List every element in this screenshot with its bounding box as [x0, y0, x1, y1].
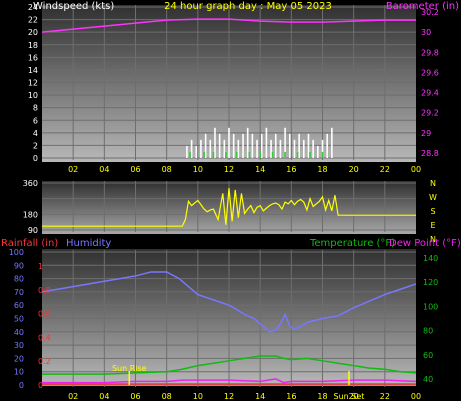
chart-title: 24 hour graph day : May 05 2023 — [164, 1, 332, 12]
x-tick-label: 14 — [255, 165, 265, 174]
windspeed-tick-label: 16 — [28, 53, 38, 62]
windspeed-tick-labels: 242220181614121086420 — [28, 3, 38, 163]
humidity-tick-label: 70 — [14, 288, 24, 297]
windspeed-tick-label: 10 — [28, 91, 38, 100]
temperature-axis-label: Temperature (°F) — [309, 238, 395, 249]
windspeed-tick-label: 0 — [33, 154, 38, 163]
rainfall-tick-label: 0.8 — [38, 286, 51, 295]
x-tick-label: 12 — [224, 392, 234, 401]
barometer-tick-label: 29.2 — [421, 109, 439, 118]
x-tick-label: 10 — [193, 392, 203, 401]
rainfall-tick-label: 1 — [38, 262, 43, 271]
direction-tick-labels: 360 180 90 — [23, 179, 38, 235]
x-tick-label: 04 — [99, 165, 109, 174]
direction-tick-label: 90 — [28, 226, 38, 235]
compass-label: S — [430, 207, 435, 216]
x-tick-label: 00 — [411, 392, 421, 401]
windspeed-tick-label: 18 — [28, 41, 38, 50]
barometer-tick-labels: 30.2 30 29.8 29.6 29.4 29.2 29 28.8 — [421, 8, 439, 158]
temperature-tick-labels: 140 120 100 80 60 40 — [423, 254, 438, 384]
temperature-tick-label: 40 — [423, 375, 433, 384]
windspeed-tick-label: 22 — [28, 16, 38, 25]
x-tick-label: 08 — [162, 392, 172, 401]
barometer-tick-label: 29.8 — [421, 48, 439, 57]
x-tick-label: 18 — [317, 165, 327, 174]
temperature-tick-label: 80 — [423, 327, 433, 336]
windspeed-tick-label: 4 — [33, 129, 38, 138]
x-tick-label: 08 — [162, 165, 172, 174]
x-tick-label: 18 — [317, 392, 327, 401]
x-tick-label: 22 — [380, 165, 390, 174]
wind-panel-x-tick-labels: 02 04 06 08 10 12 14 16 18 20 22 00 — [68, 165, 421, 174]
compass-label: N — [430, 179, 436, 188]
direction-tick-label: 360 — [23, 179, 38, 188]
x-tick-label: 06 — [130, 165, 140, 174]
humidity-tick-label: 40 — [14, 328, 24, 337]
humidity-tick-label: 50 — [14, 315, 24, 324]
compass-label: E — [430, 221, 435, 230]
temperature-tick-label: 60 — [423, 351, 433, 360]
humidity-tick-label: 80 — [14, 275, 24, 284]
humidity-tick-label: 100 — [9, 248, 24, 257]
rainfall-tick-label: 0 — [38, 381, 43, 390]
humidity-tick-labels: 1009080706050403020100 — [9, 248, 24, 390]
barometer-tick-label: 28.8 — [421, 149, 439, 158]
temperature-tick-label: 120 — [423, 278, 438, 287]
barometer-tick-label: 29 — [421, 129, 431, 138]
x-tick-label: 22 — [380, 392, 390, 401]
windspeed-tick-label: 12 — [28, 79, 38, 88]
x-tick-label: 04 — [99, 392, 109, 401]
x-tick-label: 02 — [68, 392, 78, 401]
windspeed-tick-label: 6 — [33, 116, 38, 125]
humidity-axis-label: Humidity — [66, 238, 111, 249]
windspeed-tick-label: 14 — [28, 66, 38, 75]
windspeed-axis-label: Windspeed (kts) — [33, 1, 114, 12]
x-tick-label: 14 — [255, 392, 265, 401]
temperature-tick-label: 140 — [423, 254, 438, 263]
rainfall-tick-label: 0.2 — [38, 357, 51, 366]
humidity-tick-label: 20 — [14, 354, 24, 363]
x-tick-label: 00 — [411, 165, 421, 174]
humidity-tick-label: 90 — [14, 261, 24, 270]
temperature-tick-label: 100 — [423, 302, 438, 311]
weather-graph: Windspeed (kts) 24 hour graph day : May … — [1, 1, 461, 401]
barometer-tick-label: 29.4 — [421, 89, 439, 98]
x-tick-label: 16 — [286, 165, 296, 174]
x-tick-label: 02 — [68, 165, 78, 174]
humidity-tick-label: 0 — [19, 381, 24, 390]
x-tick-label: 06 — [130, 392, 140, 401]
barometer-tick-label: 29.6 — [421, 68, 439, 77]
x-tick-label: 12 — [224, 165, 234, 174]
humidity-tick-label: 60 — [14, 301, 24, 310]
dewpoint-axis-label: Dew Point (°F) — [389, 238, 461, 249]
windspeed-tick-label: 20 — [28, 28, 38, 37]
rainfall-tick-label: 0.4 — [38, 333, 51, 342]
compass-label: W — [429, 193, 437, 202]
weather-panel-x-tick-labels: 02 04 06 08 10 12 14 16 18 20 22 00 — [68, 392, 421, 401]
humidity-tick-label: 30 — [14, 341, 24, 350]
humidity-tick-label: 10 — [14, 368, 24, 377]
windspeed-tick-label: 8 — [33, 104, 38, 113]
windspeed-tick-label: 2 — [33, 141, 38, 150]
direction-tick-label: 180 — [23, 210, 38, 219]
sunset-label: Sun Set — [334, 392, 365, 401]
sunrise-label: Sun Rise — [112, 364, 147, 373]
windspeed-tick-label: 24 — [28, 3, 38, 12]
barometer-tick-label: 30 — [421, 28, 431, 37]
x-tick-label: 16 — [286, 392, 296, 401]
x-tick-label: 10 — [193, 165, 203, 174]
barometer-tick-label: 30.2 — [421, 8, 439, 17]
x-tick-label: 20 — [349, 165, 359, 174]
rainfall-tick-label: 0.6 — [38, 310, 51, 319]
compass-labels: NWSEN — [429, 179, 437, 244]
